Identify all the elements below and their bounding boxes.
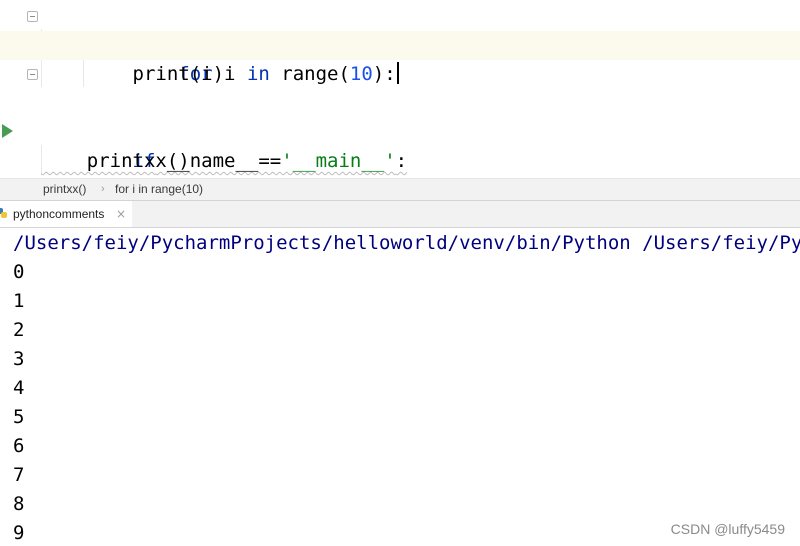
python-icon [0, 208, 7, 218]
console-command-line: /Users/feiy/PycharmProjects/helloworld/v… [13, 232, 800, 254]
watermark: CSDN @luffy5459 [670, 521, 785, 537]
run-tool-window-tabbar: pythoncomments × [0, 200, 800, 228]
tab-label: pythoncomments [13, 207, 105, 221]
fold-end-icon[interactable] [27, 69, 38, 80]
console-output-line: 0 [13, 261, 25, 283]
console-output-line: 7 [13, 464, 25, 486]
console-output-line: 3 [13, 348, 25, 370]
pycharm-window: def printxx(): for i in range(10): print… [0, 0, 800, 546]
code-line: if __name__=='__main__': [0, 118, 800, 172]
code-line-text: printxx() [41, 150, 190, 172]
console-output-line: 8 [13, 493, 25, 515]
breadcrumb-item-function[interactable]: printxx() [43, 179, 86, 200]
close-icon[interactable]: × [116, 201, 126, 227]
run-play-icon[interactable] [2, 124, 13, 138]
fold-collapse-icon[interactable] [27, 11, 38, 22]
breadcrumb-item-loop[interactable]: for i in range(10) [115, 179, 203, 200]
console-output-line: 6 [13, 435, 25, 457]
console-output-line: 4 [13, 377, 25, 399]
code-line-text: print(i) [41, 63, 225, 85]
run-console[interactable]: /Users/feiy/PycharmProjects/helloworld/v… [0, 228, 800, 546]
code-line: printxx() [0, 147, 800, 176]
console-output-line: 9 [13, 522, 25, 544]
console-output-line: 1 [13, 290, 25, 312]
console-output-line: 2 [13, 319, 25, 341]
tab-pythoncomments[interactable]: pythoncomments × [0, 201, 132, 227]
chevron-right-icon: › [101, 183, 105, 195]
code-line: print(i) [0, 60, 800, 89]
breadcrumb: printxx() › for i in range(10) [0, 178, 800, 200]
console-output-line: 5 [13, 406, 25, 428]
code-line: def printxx(): [0, 2, 800, 56]
code-editor[interactable]: def printxx(): for i in range(10): print… [0, 0, 800, 178]
code-line-current: for i in range(10): [0, 31, 800, 85]
